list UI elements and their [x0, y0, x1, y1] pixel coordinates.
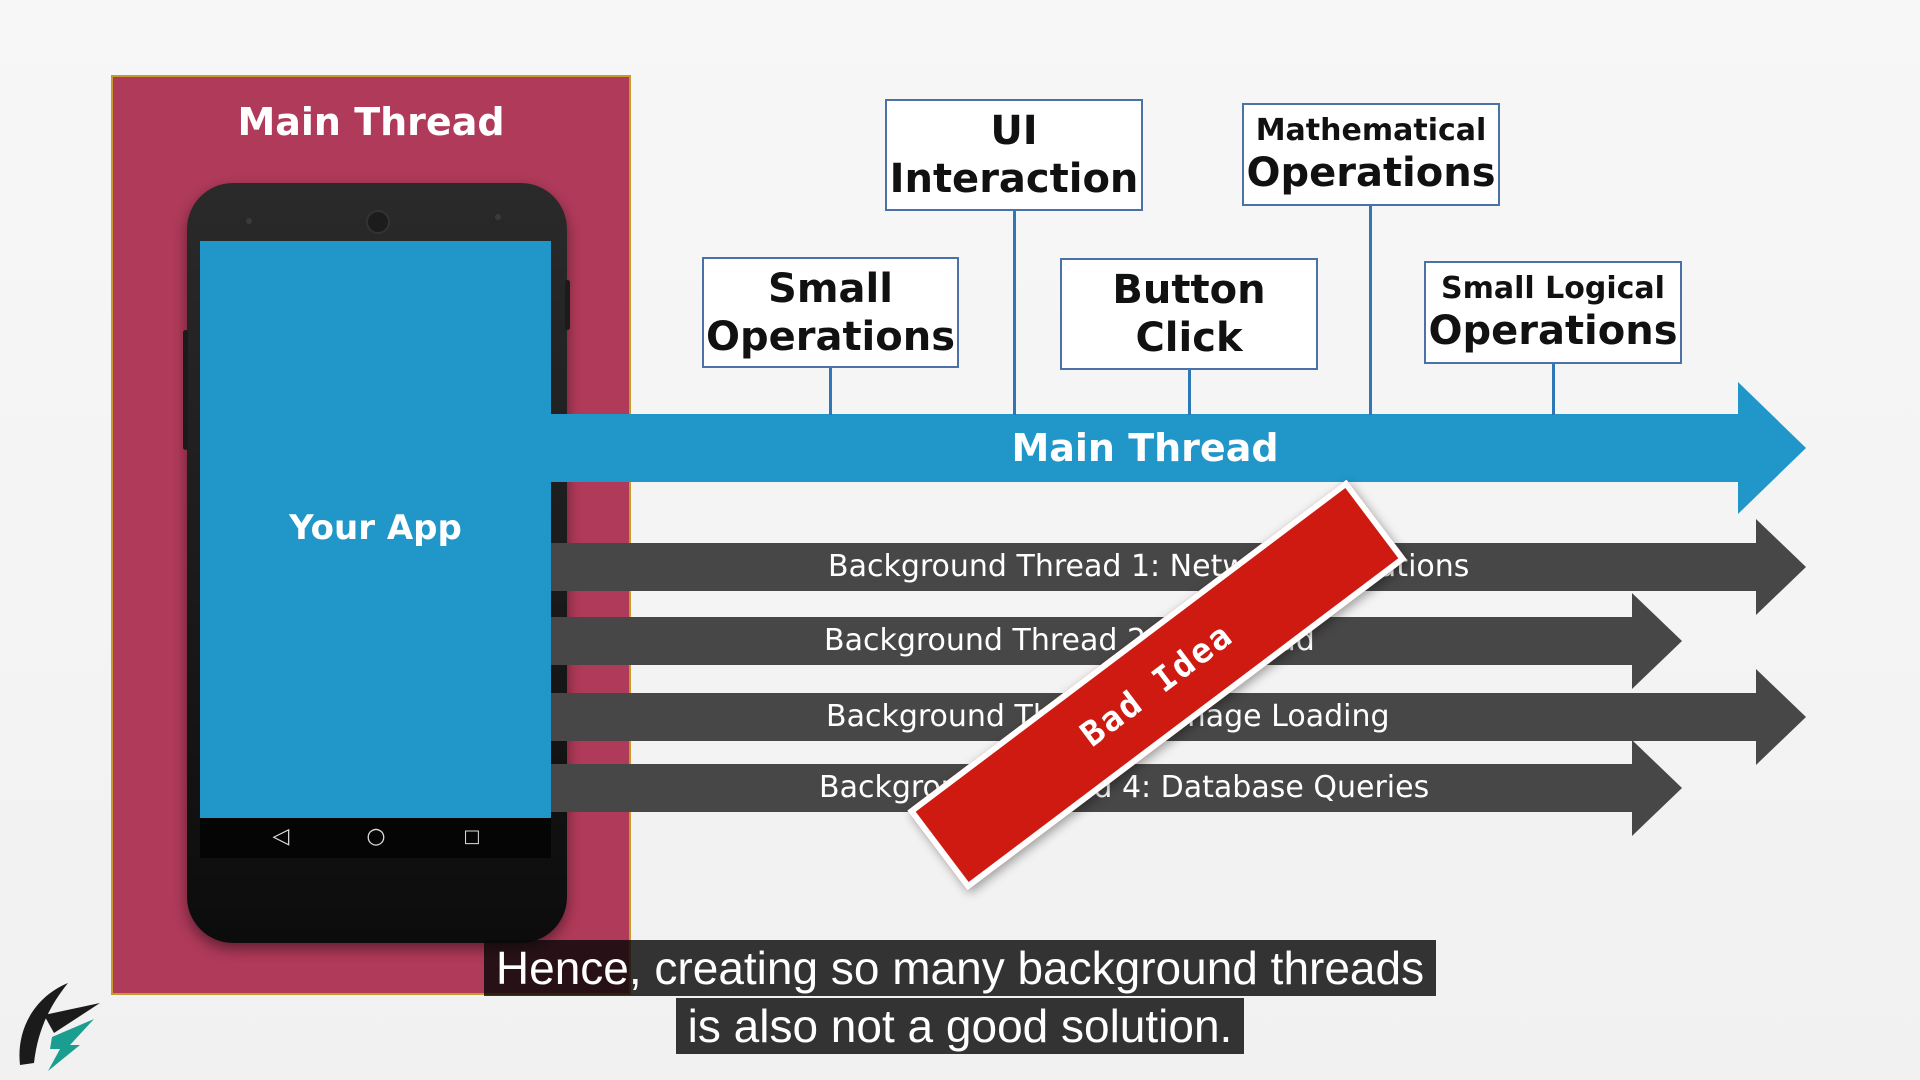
ui-interaction-line-2: Interaction — [889, 156, 1139, 202]
arrowhead-icon — [1756, 519, 1806, 615]
button-click-line-1: Button — [1112, 267, 1266, 313]
button-click-box: Button Click — [1060, 258, 1318, 370]
ui-interaction-box: UI Interaction — [885, 99, 1143, 211]
button-click-line-2: Click — [1135, 315, 1243, 361]
arrowhead-icon — [1756, 669, 1806, 765]
subtitle-line-1: Hence, creating so many background threa… — [483, 940, 1437, 996]
connector-line — [1369, 202, 1372, 415]
ui-interaction-line-1: UI — [990, 108, 1038, 154]
sensor-icon — [246, 218, 252, 224]
small-operations-line-2: Operations — [705, 313, 956, 360]
home-icon: ○ — [366, 824, 386, 849]
subtitles: Hence, creating so many background threa… — [0, 940, 1920, 1056]
app-label: Your App — [289, 508, 462, 548]
phone-side-button — [565, 280, 570, 330]
channel-logo-icon — [19, 983, 100, 1071]
small-operations-line-1: Small — [768, 265, 893, 312]
connector-line — [1013, 205, 1016, 415]
arrowhead-icon — [1738, 382, 1806, 514]
mathematical-line-1: Mathematical — [1255, 112, 1487, 148]
slide: Main Thread Your App ◁ ○ □ Background Th… — [0, 0, 1920, 1080]
connector-line — [829, 365, 832, 415]
subtitle-line-2: is also not a good solution. — [675, 998, 1245, 1054]
arrowhead-icon — [1632, 593, 1682, 689]
bad-idea-banner: Bad Idea — [907, 479, 1407, 891]
small-logical-line-1: Small Logical — [1441, 270, 1665, 306]
main-thread-arrow-label: Main Thread — [1011, 426, 1279, 470]
small-operations-box: Small Operations — [702, 257, 959, 368]
arrowhead-icon — [1632, 740, 1682, 836]
recents-icon: □ — [463, 826, 481, 847]
mathematical-operations-box: Mathematical Operations — [1242, 103, 1500, 206]
small-logical-line-2: Operations — [1428, 307, 1678, 354]
sensor-icon — [495, 214, 501, 220]
phone-side-button — [183, 330, 188, 450]
back-icon: ◁ — [272, 824, 290, 849]
main-thread-panel-title: Main Thread — [237, 100, 505, 144]
connector-line — [1552, 360, 1555, 415]
small-logical-operations-box: Small Logical Operations — [1424, 261, 1682, 364]
camera-icon — [366, 210, 390, 234]
connector-line — [1188, 365, 1191, 415]
mathematical-line-2: Operations — [1246, 149, 1496, 196]
